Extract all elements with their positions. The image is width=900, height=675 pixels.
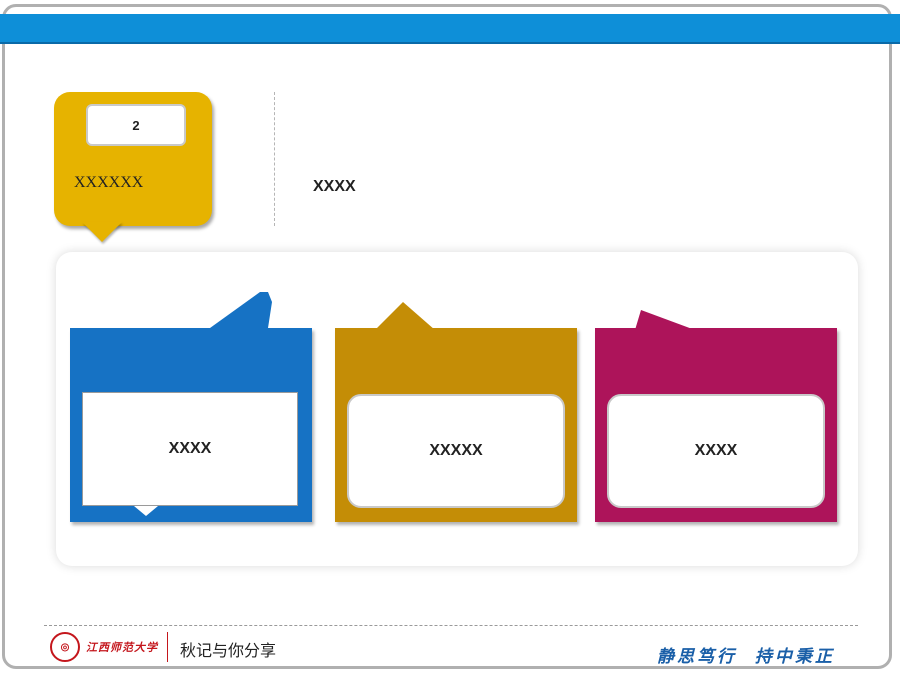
university-emblem-icon: ◎ (50, 632, 80, 662)
footer-caption: 秋记与你分享 (180, 641, 277, 660)
footer-separator (167, 632, 168, 662)
card-gold-tab (375, 302, 435, 330)
university-motto: 静思笃行 持中秉正 (657, 647, 835, 667)
card-blue: XXXX (70, 292, 312, 522)
header-bar (0, 14, 900, 44)
intro-text: XXXX (313, 178, 356, 195)
section-title: XXXXXX (74, 174, 144, 191)
card-magenta-text: XXXX (607, 394, 825, 508)
card-magenta: XXXX (595, 310, 837, 522)
section-badge-pointer (82, 222, 122, 242)
card-gold: XXXXX (335, 302, 577, 522)
card-blue-notch (134, 506, 158, 516)
vertical-divider (274, 92, 275, 226)
card-gold-text: XXXXX (347, 394, 565, 508)
university-name: 江西师范大学 (86, 641, 158, 654)
card-magenta-tab (635, 310, 695, 330)
university-logo: ◎ 江西师范大学 (50, 632, 158, 662)
footer-divider (44, 625, 858, 626)
card-blue-tab (210, 292, 272, 328)
card-blue-text: XXXX (82, 392, 298, 506)
section-number: 2 (86, 104, 186, 146)
